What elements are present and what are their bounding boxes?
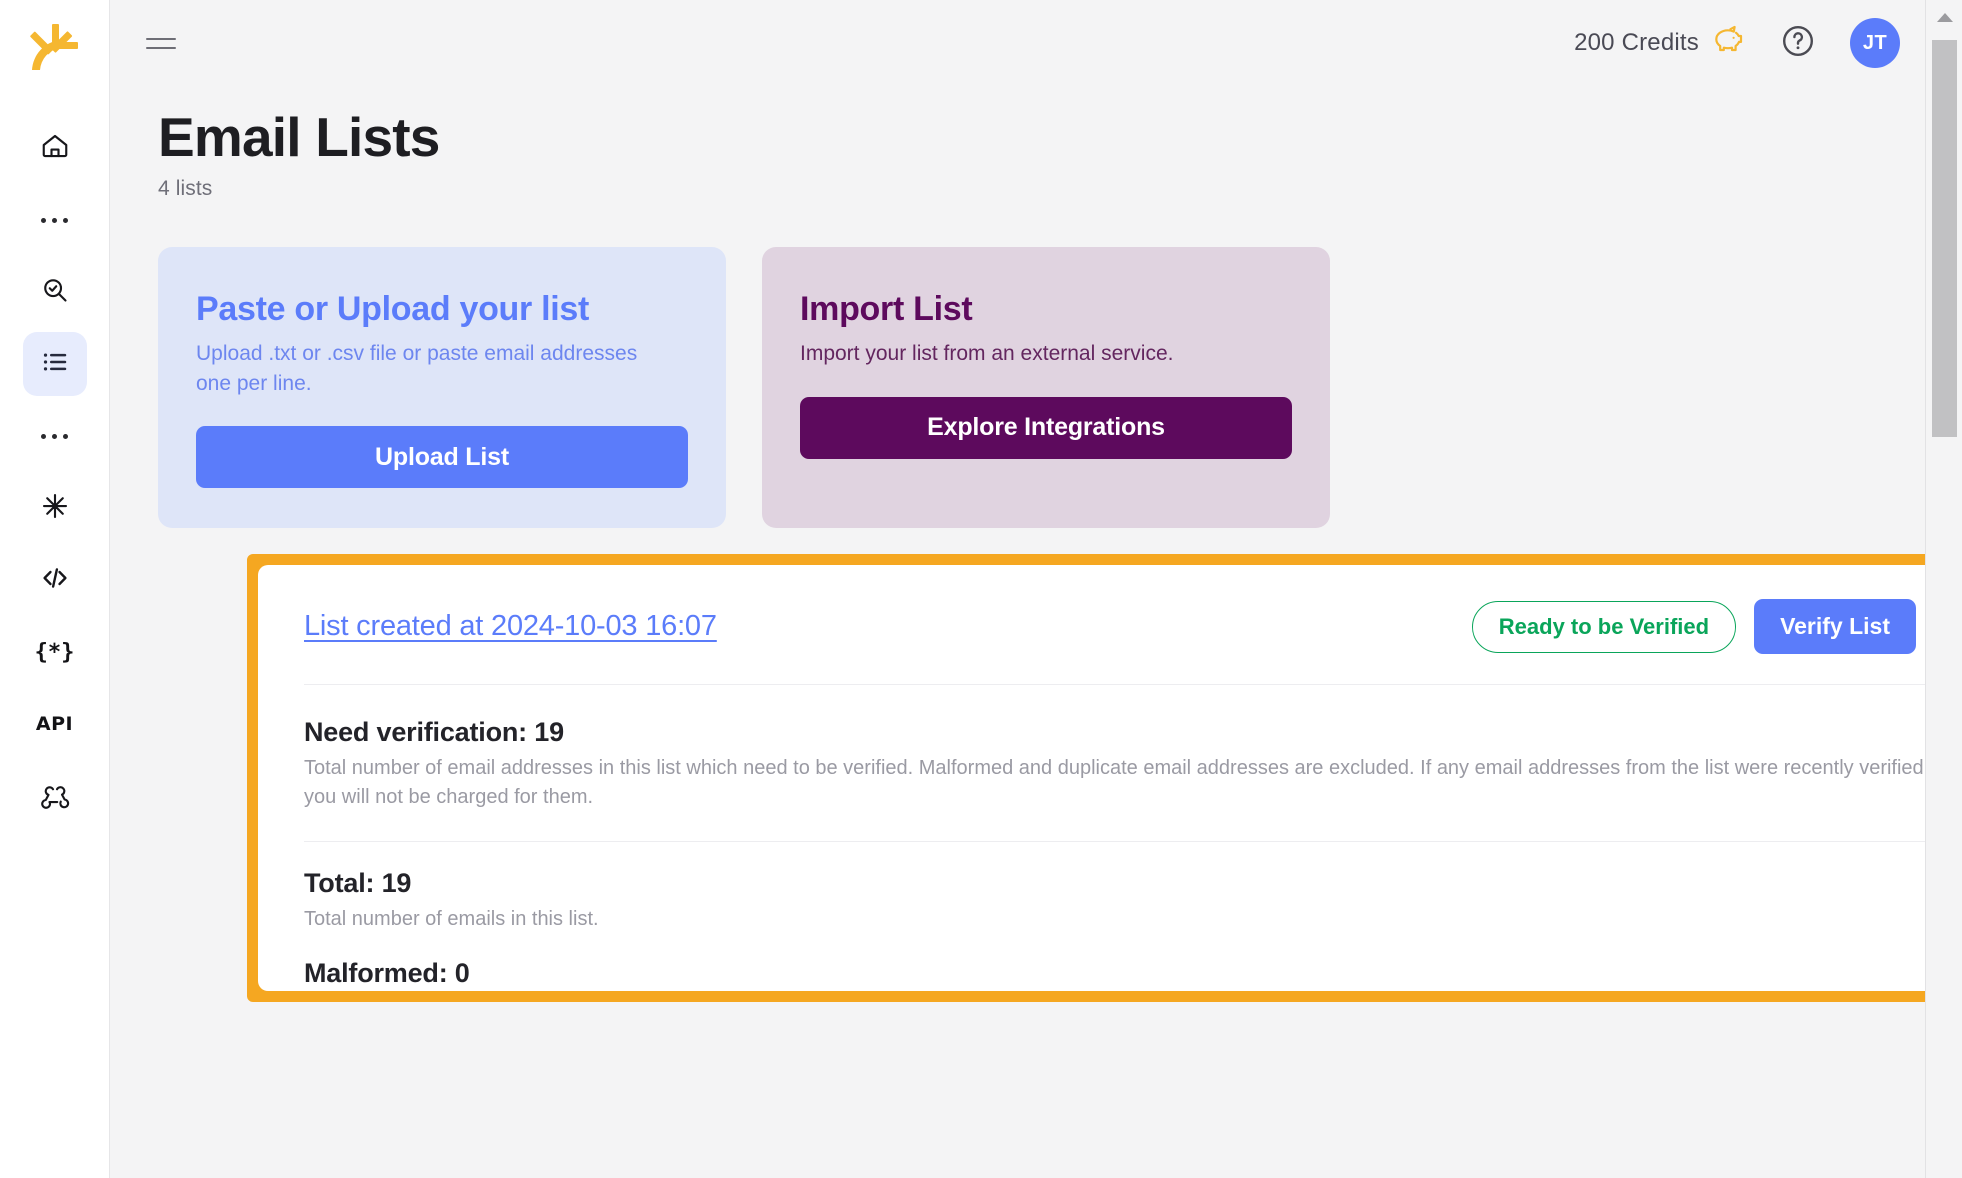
sidebar-item-more-1[interactable] bbox=[23, 188, 87, 252]
sidebar-item-more-2[interactable] bbox=[23, 404, 87, 468]
ellipsis-icon bbox=[41, 433, 46, 439]
top-bar-actions: 200 Credits JT bbox=[1574, 18, 1900, 68]
list-card-header: List created at 2024-10-03 16:07 Ready t… bbox=[304, 599, 1962, 686]
card-paste-upload: Paste or Upload your list Upload .txt or… bbox=[158, 247, 726, 529]
sidebar-item-home[interactable] bbox=[23, 116, 87, 180]
page-subtitle: 4 lists bbox=[158, 177, 213, 201]
ellipsis-icon bbox=[41, 217, 46, 223]
sidebar: {*} API bbox=[0, 0, 110, 1178]
explore-integrations-button[interactable]: Explore Integrations bbox=[800, 396, 1292, 459]
brand-logo[interactable] bbox=[26, 18, 84, 76]
main-region: 200 Credits JT Email Lists 4 lists Paste… bbox=[110, 0, 1962, 1178]
ellipsis-icon bbox=[63, 217, 68, 223]
list-card-actions: Ready to be Verified Verify List bbox=[1471, 599, 1962, 655]
sidebar-item-email-lists[interactable] bbox=[22, 332, 87, 396]
ellipsis-icon bbox=[63, 433, 68, 439]
sidebar-item-variables[interactable]: {*} bbox=[23, 620, 87, 684]
menu-toggle-button[interactable] bbox=[146, 29, 180, 57]
webhook-icon bbox=[40, 779, 70, 814]
list-created-link[interactable]: List created at 2024-10-03 16:07 bbox=[304, 610, 717, 643]
verify-list-button[interactable]: Verify List bbox=[1754, 599, 1916, 655]
braces-star-icon: {*} bbox=[34, 639, 75, 665]
email-list-card: List created at 2024-10-03 16:07 Ready t… bbox=[258, 565, 1962, 992]
search-check-icon bbox=[40, 275, 70, 310]
upload-list-button[interactable]: Upload List bbox=[196, 426, 688, 489]
card-description: Upload .txt or .csv file or paste email … bbox=[196, 341, 638, 395]
vertical-scrollbar[interactable] bbox=[1925, 0, 1962, 1178]
action-cards: Paste or Upload your list Upload .txt or… bbox=[110, 201, 1962, 529]
stat-malformed: Malformed: 0 Number of malformed emails … bbox=[304, 958, 1962, 992]
credits-indicator[interactable]: 200 Credits bbox=[1574, 25, 1746, 62]
sidebar-item-api[interactable]: API bbox=[23, 692, 87, 756]
need-verification-description: Total number of email addresses in this … bbox=[304, 757, 1924, 808]
ellipsis-icon bbox=[52, 217, 57, 223]
api-text-icon: API bbox=[35, 713, 74, 735]
sidebar-item-single-verify[interactable] bbox=[23, 260, 87, 324]
sidebar-item-webhooks[interactable] bbox=[23, 764, 87, 828]
card-description: Import your list from an external servic… bbox=[800, 341, 1174, 365]
asterisk-icon bbox=[40, 491, 70, 526]
status-badge[interactable]: Ready to be Verified bbox=[1471, 600, 1737, 653]
card-title: Import List bbox=[800, 290, 973, 329]
code-icon bbox=[39, 562, 71, 599]
user-avatar[interactable]: JT bbox=[1850, 18, 1900, 68]
ellipsis-icon bbox=[52, 433, 57, 439]
need-verification-block: Need verification: 19 Total number of em… bbox=[304, 717, 1962, 811]
home-icon bbox=[40, 131, 70, 166]
page-header: Email Lists 4 lists bbox=[110, 86, 1962, 201]
sidebar-item-integrations[interactable] bbox=[23, 476, 87, 540]
question-circle-icon bbox=[1780, 23, 1816, 64]
card-title: Paste or Upload your list bbox=[196, 290, 590, 329]
list-icon bbox=[40, 347, 70, 382]
list-card-body: Need verification: 19 Total number of em… bbox=[304, 685, 1962, 991]
help-button[interactable] bbox=[1778, 23, 1818, 63]
stat-description: Total number of emails in this list. bbox=[304, 908, 599, 931]
avatar-initials: JT bbox=[1862, 31, 1888, 54]
sidebar-item-code[interactable] bbox=[23, 548, 87, 612]
credits-label: 200 Credits bbox=[1574, 29, 1699, 56]
stat-title: Malformed: 0 bbox=[304, 957, 470, 988]
need-verification-title: Need verification: 19 bbox=[304, 717, 564, 748]
hamburger-icon bbox=[146, 46, 176, 49]
list-panel-highlight: List created at 2024-10-03 16:07 Ready t… bbox=[247, 554, 1962, 1003]
page-title: Email Lists bbox=[158, 106, 440, 168]
stat-title: Total: 19 bbox=[304, 868, 412, 899]
piggy-bank-icon bbox=[1710, 25, 1746, 62]
card-import-list: Import List Import your list from an ext… bbox=[762, 247, 1330, 529]
scroll-up-arrow[interactable] bbox=[1926, 0, 1962, 34]
application-root: {*} API 200 Credits JT Email Lists 4 lis… bbox=[0, 0, 1962, 1178]
top-bar: 200 Credits JT bbox=[110, 0, 1962, 86]
page-content: Email Lists 4 lists Paste or Upload your… bbox=[110, 86, 1962, 1003]
hamburger-icon bbox=[146, 37, 176, 40]
stat-total: Total: 19 Total number of emails in this… bbox=[304, 868, 1962, 933]
divider bbox=[304, 841, 1962, 843]
scrollbar-thumb[interactable] bbox=[1932, 40, 1957, 437]
